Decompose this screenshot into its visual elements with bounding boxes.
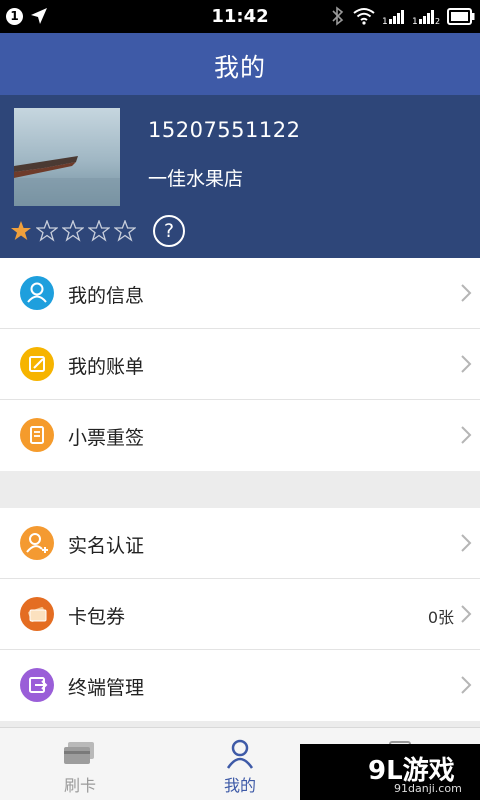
help-icon[interactable]: ?	[153, 215, 185, 247]
menu-item-receipt-resign[interactable]: 小票重签	[0, 400, 480, 471]
menu-label: 我的账单	[68, 356, 145, 378]
status-bar: 1 11:42 1 1 2	[0, 0, 480, 33]
bill-icon	[20, 347, 54, 381]
chevron-right-icon	[461, 284, 472, 302]
chevron-right-icon	[461, 676, 472, 694]
menu-group-account: 我的信息 我的账单 小票重签	[0, 258, 480, 471]
chevron-right-icon	[461, 534, 472, 552]
menu-item-real-name-auth[interactable]: 实名认证	[0, 508, 480, 579]
tab-label: 刷卡	[63, 776, 96, 795]
battery-icon	[447, 8, 475, 25]
chevron-right-icon	[461, 426, 472, 444]
coupon-count: 0张	[427, 608, 454, 627]
user-info-icon	[20, 276, 54, 310]
menu-group-services: 实名认证 卡包券 0张 终端管理	[0, 508, 480, 721]
shop-name: 一佳水果店	[148, 168, 244, 190]
menu-item-terminal-manage[interactable]: 终端管理	[0, 650, 480, 721]
menu-label: 终端管理	[68, 677, 145, 699]
page-title: 我的	[213, 53, 266, 82]
title-bar: 我的	[0, 33, 480, 95]
real-name-auth-icon	[20, 526, 54, 560]
chevron-right-icon	[461, 605, 472, 623]
user-icon	[226, 739, 254, 769]
star-empty-icon	[36, 220, 58, 242]
svg-text:1: 1	[412, 17, 418, 25]
menu-item-card-coupon[interactable]: 卡包券 0张	[0, 579, 480, 650]
menu-item-my-bill[interactable]: 我的账单	[0, 329, 480, 400]
svg-text:1: 1	[382, 17, 388, 25]
terminal-manage-icon	[20, 668, 54, 702]
avatar[interactable]	[14, 108, 120, 206]
tab-label: 我的	[223, 776, 256, 795]
svg-text:2: 2	[435, 17, 440, 25]
tab-mine[interactable]: 我的	[160, 728, 320, 800]
menu-label: 小票重签	[68, 427, 145, 449]
star-empty-icon	[114, 220, 136, 242]
star-empty-icon	[88, 220, 110, 242]
tab-swipe-card[interactable]: 刷卡	[0, 728, 160, 800]
bluetooth-icon	[332, 6, 344, 26]
clock: 11:42	[211, 6, 269, 27]
phone-number: 15207551122	[148, 118, 301, 142]
watermark-site: 91danji.com	[394, 782, 462, 795]
menu-label: 卡包券	[68, 606, 126, 628]
card-icon	[64, 742, 94, 764]
signal-1-icon: 1	[382, 10, 404, 25]
menu-label: 我的信息	[68, 285, 145, 307]
receipt-resign-icon	[20, 418, 54, 452]
star-empty-icon	[62, 220, 84, 242]
card-coupon-icon	[20, 597, 54, 631]
star-filled-icon	[11, 221, 31, 240]
menu-item-my-info[interactable]: 我的信息	[0, 258, 480, 329]
menu-label: 实名认证	[68, 535, 145, 557]
watermark: 9L游戏 91danji.com	[300, 744, 480, 800]
profile-card: 15207551122 一佳水果店 ?	[0, 95, 480, 258]
wifi-icon	[353, 8, 375, 25]
signal-2-icon: 1 2	[412, 10, 440, 25]
chevron-right-icon	[461, 355, 472, 373]
